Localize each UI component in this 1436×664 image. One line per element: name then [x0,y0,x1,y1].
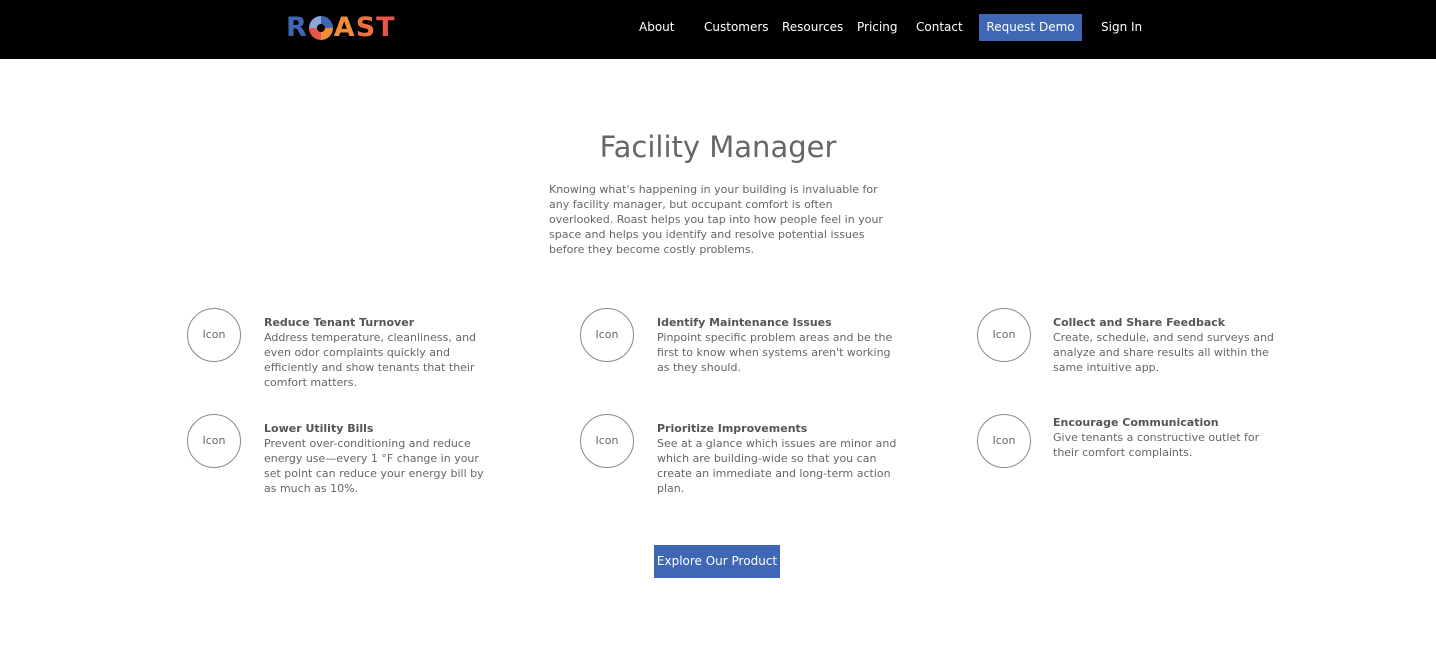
feature-description: Give tenants a constructive outlet for t… [1053,431,1260,459]
feature-placeholder-icon: Icon [187,308,241,362]
feature-description: See at a glance which issues are minor a… [657,437,897,495]
feature-title: Encourage Communication [1053,416,1219,429]
feature-description: Prevent over-conditioning and reduce ene… [264,437,484,495]
nav-link-customers[interactable]: Customers [704,19,769,35]
feature-collect-and-share-feedback: Icon Collect and Share Feedback Create, … [977,308,1307,378]
feature-prioritize-improvements: Icon Prioritize Improvements See at a gl… [580,414,910,495]
nav-link-contact[interactable]: Contact [916,19,963,35]
request-demo-button[interactable]: Request Demo [979,14,1082,41]
feature-identify-maintenance-issues: Icon Identify Maintenance Issues Pinpoin… [580,308,910,378]
feature-placeholder-icon: Icon [187,414,241,468]
intro-paragraph: Knowing what's happening in your buildin… [549,183,883,256]
page-title: Facility Manager [599,130,837,164]
feature-title: Collect and Share Feedback [1053,316,1226,329]
feature-lower-utility-bills: Icon Lower Utility Bills Prevent over-co… [187,414,507,495]
feature-encourage-communication: Icon Encourage Communication Give tenant… [977,414,1307,484]
sign-in-link[interactable]: Sign In [1101,19,1142,35]
feature-placeholder-icon: Icon [580,308,634,362]
feature-title: Prioritize Improvements [657,422,808,435]
logo-letter-r: R [286,12,308,43]
feature-description: Pinpoint specific problem areas and be t… [657,331,893,374]
feature-placeholder-icon: Icon [977,308,1031,362]
feature-title: Reduce Tenant Turnover [264,316,415,329]
nav-link-resources[interactable]: Resources [782,19,843,35]
feature-title: Lower Utility Bills [264,422,374,435]
feature-description: Address temperature, cleanliness, and ev… [264,331,477,389]
feature-placeholder-icon: Icon [977,414,1031,468]
explore-our-product-button[interactable]: Explore Our Product [654,545,780,578]
logo-letter-s: S [355,12,377,43]
feature-description: Create, schedule, and send surveys and a… [1053,331,1274,374]
nav-link-about[interactable]: About [639,19,674,35]
roast-logo[interactable]: R A S T [286,13,396,43]
nav-link-pricing[interactable]: Pricing [857,19,897,35]
logo-o-dial-icon [308,16,333,40]
feature-reduce-tenant-turnover: Icon Reduce Tenant Turnover Address temp… [187,308,507,389]
feature-title: Identify Maintenance Issues [657,316,832,329]
logo-letter-a: A [333,12,356,43]
feature-placeholder-icon: Icon [580,414,634,468]
top-navbar: R A S T About Customers Resources Pricin… [0,0,1436,59]
logo-letter-t: T [376,12,396,43]
